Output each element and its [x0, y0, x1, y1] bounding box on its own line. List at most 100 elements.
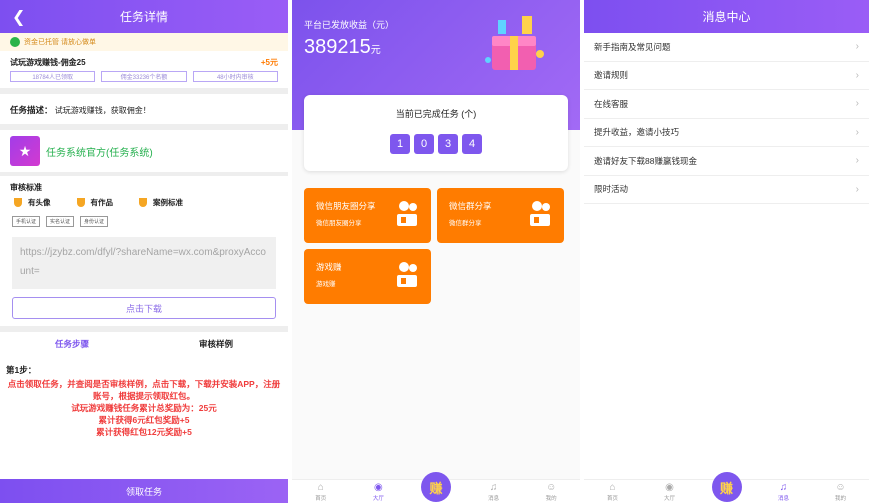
- audit-item-label: 案例标准: [153, 198, 183, 207]
- chevron-right-icon: ›: [855, 155, 859, 167]
- tab-sample[interactable]: 审核样例: [144, 338, 288, 350]
- earn-unit: 元: [370, 45, 381, 56]
- task-reward: +5元: [260, 58, 278, 67]
- home-icon: ⌂: [609, 482, 616, 493]
- stat-quota: 佣金33236个名额: [101, 71, 187, 82]
- menu-item-limited[interactable]: 限时活动 ›: [584, 176, 869, 204]
- done-counter: 1 0 3 4: [304, 134, 568, 154]
- menu-item-label: 提升收益，邀请小技巧: [594, 127, 680, 138]
- detail-tabs: 任务步骤 审核样例: [0, 332, 288, 356]
- message-center-screen: 消息中心 新手指南及常见问题 › 邀请规则 › 在线客服 › 提升收益，邀请小技巧 › …: [584, 0, 869, 503]
- tab-label: 大厅: [372, 496, 384, 502]
- tab-home[interactable]: ⌂ 首页: [593, 482, 633, 502]
- digit: 1: [390, 134, 410, 154]
- tab-steps[interactable]: 任务步骤: [0, 338, 144, 350]
- menu-item-support[interactable]: 在线客服 ›: [584, 90, 869, 119]
- tag-phone: 手机认证: [12, 216, 41, 227]
- tab-hall[interactable]: ◉ 大厅: [358, 482, 398, 502]
- tab-messages[interactable]: ♫ 消息: [764, 482, 804, 502]
- tab-label: 首页: [315, 496, 327, 502]
- tab-hall[interactable]: ◉ 大厅: [650, 482, 690, 502]
- escrow-notice: 资金已托管 请放心做单: [0, 33, 288, 51]
- chevron-right-icon: ›: [855, 41, 859, 53]
- planet-icon: ◉: [665, 482, 674, 493]
- menu-item-label: 新手指南及常见问题: [594, 41, 671, 52]
- tab-messages[interactable]: ♫ 消息: [474, 482, 514, 502]
- bell-icon: ♫: [779, 482, 788, 493]
- audit-items: 有头像 有作品 案例标准: [0, 195, 288, 210]
- menu-item-invite-rules[interactable]: 邀请规则 ›: [584, 62, 869, 90]
- claim-task-button[interactable]: 领取任务: [0, 479, 288, 503]
- earn-amount-value: 389215: [304, 36, 371, 58]
- header: 消息中心: [584, 0, 869, 33]
- task-stats: 18784人已领取 佣金33236个名额 48小时内审核: [0, 71, 288, 82]
- digit: 4: [462, 134, 482, 154]
- camera-icon: [530, 201, 550, 226]
- tag-realname: 实名认证: [46, 216, 75, 227]
- tab-label: 首页: [606, 496, 618, 502]
- shield-icon: [139, 198, 147, 207]
- earn-amount: 389215元: [304, 36, 381, 59]
- earn-label: 平台已发放收益（元）: [304, 20, 395, 30]
- bottom-tabbar: ⌂ 首页 ◉ 大厅 赚 ♫ 消息 ☺ 我的: [584, 472, 869, 503]
- user-icon: ☺: [835, 482, 846, 493]
- menu-item-label: 邀请规则: [594, 70, 629, 81]
- task-detail-screen: ❮ 任务详情 资金已托管 请放心做单 试玩游戏赚钱-佣金25 +5元 18784…: [0, 0, 288, 503]
- tab-label: 消息: [777, 496, 789, 502]
- camera-icon: [397, 201, 417, 226]
- treasure-chest-icon: [485, 16, 544, 70]
- download-button[interactable]: 点击下载: [12, 297, 276, 319]
- audit-item: 有作品: [76, 197, 114, 208]
- stat-claimed: 18784人已领取: [10, 71, 96, 82]
- tab-home[interactable]: ⌂ 首页: [301, 482, 341, 502]
- task-summary: 试玩游戏赚钱-佣金25 +5元: [0, 51, 288, 71]
- task-description: 任务描述： 试玩游戏赚钱，获取佣金！: [0, 94, 288, 124]
- user-icon: ☺: [546, 482, 557, 493]
- tab-label: 我的: [545, 496, 557, 502]
- task-categories: 微信朋友圈分享 微信朋友圈分享 微信群分享 微信群分享 游戏赚 游戏赚: [304, 188, 568, 304]
- tab-mine[interactable]: ☺ 我的: [531, 482, 571, 502]
- chevron-right-icon: ›: [855, 126, 859, 138]
- menu-item-label: 邀请好友下载88赚赢钱现金: [594, 155, 697, 166]
- header: ❮ 任务详情: [0, 0, 288, 33]
- step-line: 点击领取任务，并查阅是否审核样例，点击下载，下载并安装APP，注册账号，根据提示…: [7, 379, 281, 401]
- shield-check-icon: [10, 37, 20, 47]
- menu-item-tips[interactable]: 提升收益，邀请小技巧 ›: [584, 119, 869, 147]
- step-line: 累计获得6元红包奖励+5: [98, 415, 190, 425]
- chevron-right-icon: ›: [855, 69, 859, 81]
- audit-item-label: 有作品: [90, 198, 114, 207]
- audit-item-label: 有头像: [28, 198, 51, 207]
- digit: 3: [438, 134, 458, 154]
- camera-icon: [397, 262, 417, 287]
- shield-icon: [14, 198, 22, 207]
- tile-moments-share[interactable]: 微信朋友圈分享 微信朋友圈分享: [304, 188, 431, 243]
- tag-id: 身份认证: [80, 216, 109, 227]
- menu-item-guide[interactable]: 新手指南及常见问题 ›: [584, 33, 869, 62]
- shield-icon: [76, 198, 85, 207]
- tab-label: 消息: [488, 496, 500, 502]
- tab-label: 大厅: [663, 496, 675, 502]
- tile-game[interactable]: 游戏赚 游戏赚: [304, 249, 431, 304]
- download-url[interactable]: https://jzybz.com/dfyl/?shareName=wx.com…: [12, 237, 276, 289]
- task-name: 试玩游戏赚钱-佣金25: [10, 58, 86, 67]
- audit-item: 有头像: [14, 197, 51, 208]
- page-title: 任务详情: [119, 10, 168, 24]
- stat-review-time: 48小时内审核: [192, 71, 278, 82]
- tile-group-share[interactable]: 微信群分享 微信群分享: [437, 188, 564, 243]
- earn-button: 赚: [420, 472, 451, 502]
- publisher-name: 任务系统官方(任务系统): [46, 147, 153, 159]
- bull-logo-icon: ★: [10, 136, 40, 166]
- step-line: 试玩游戏赚钱任务累计总奖励为：25元: [71, 403, 217, 413]
- back-icon[interactable]: ❮: [12, 7, 25, 27]
- bottom-tabbar: ⌂ 首页 ◉ 大厅 赚 ♫ 消息 ☺ 我的: [292, 472, 580, 503]
- menu-item-invite-download[interactable]: 邀请好友下载88赚赢钱现金 ›: [584, 147, 869, 176]
- planet-icon: ◉: [374, 482, 383, 493]
- page-title: 消息中心: [702, 10, 751, 24]
- tab-earn[interactable]: 赚: [416, 472, 456, 502]
- step-title: 第1步：: [6, 365, 37, 375]
- tab-mine[interactable]: ☺ 我的: [821, 482, 861, 502]
- tab-earn[interactable]: 赚: [707, 472, 747, 502]
- publisher-row[interactable]: ★ 任务系统官方(任务系统): [0, 130, 288, 172]
- audit-title: 审核标准: [10, 183, 42, 192]
- menu-item-label: 在线客服: [594, 98, 629, 109]
